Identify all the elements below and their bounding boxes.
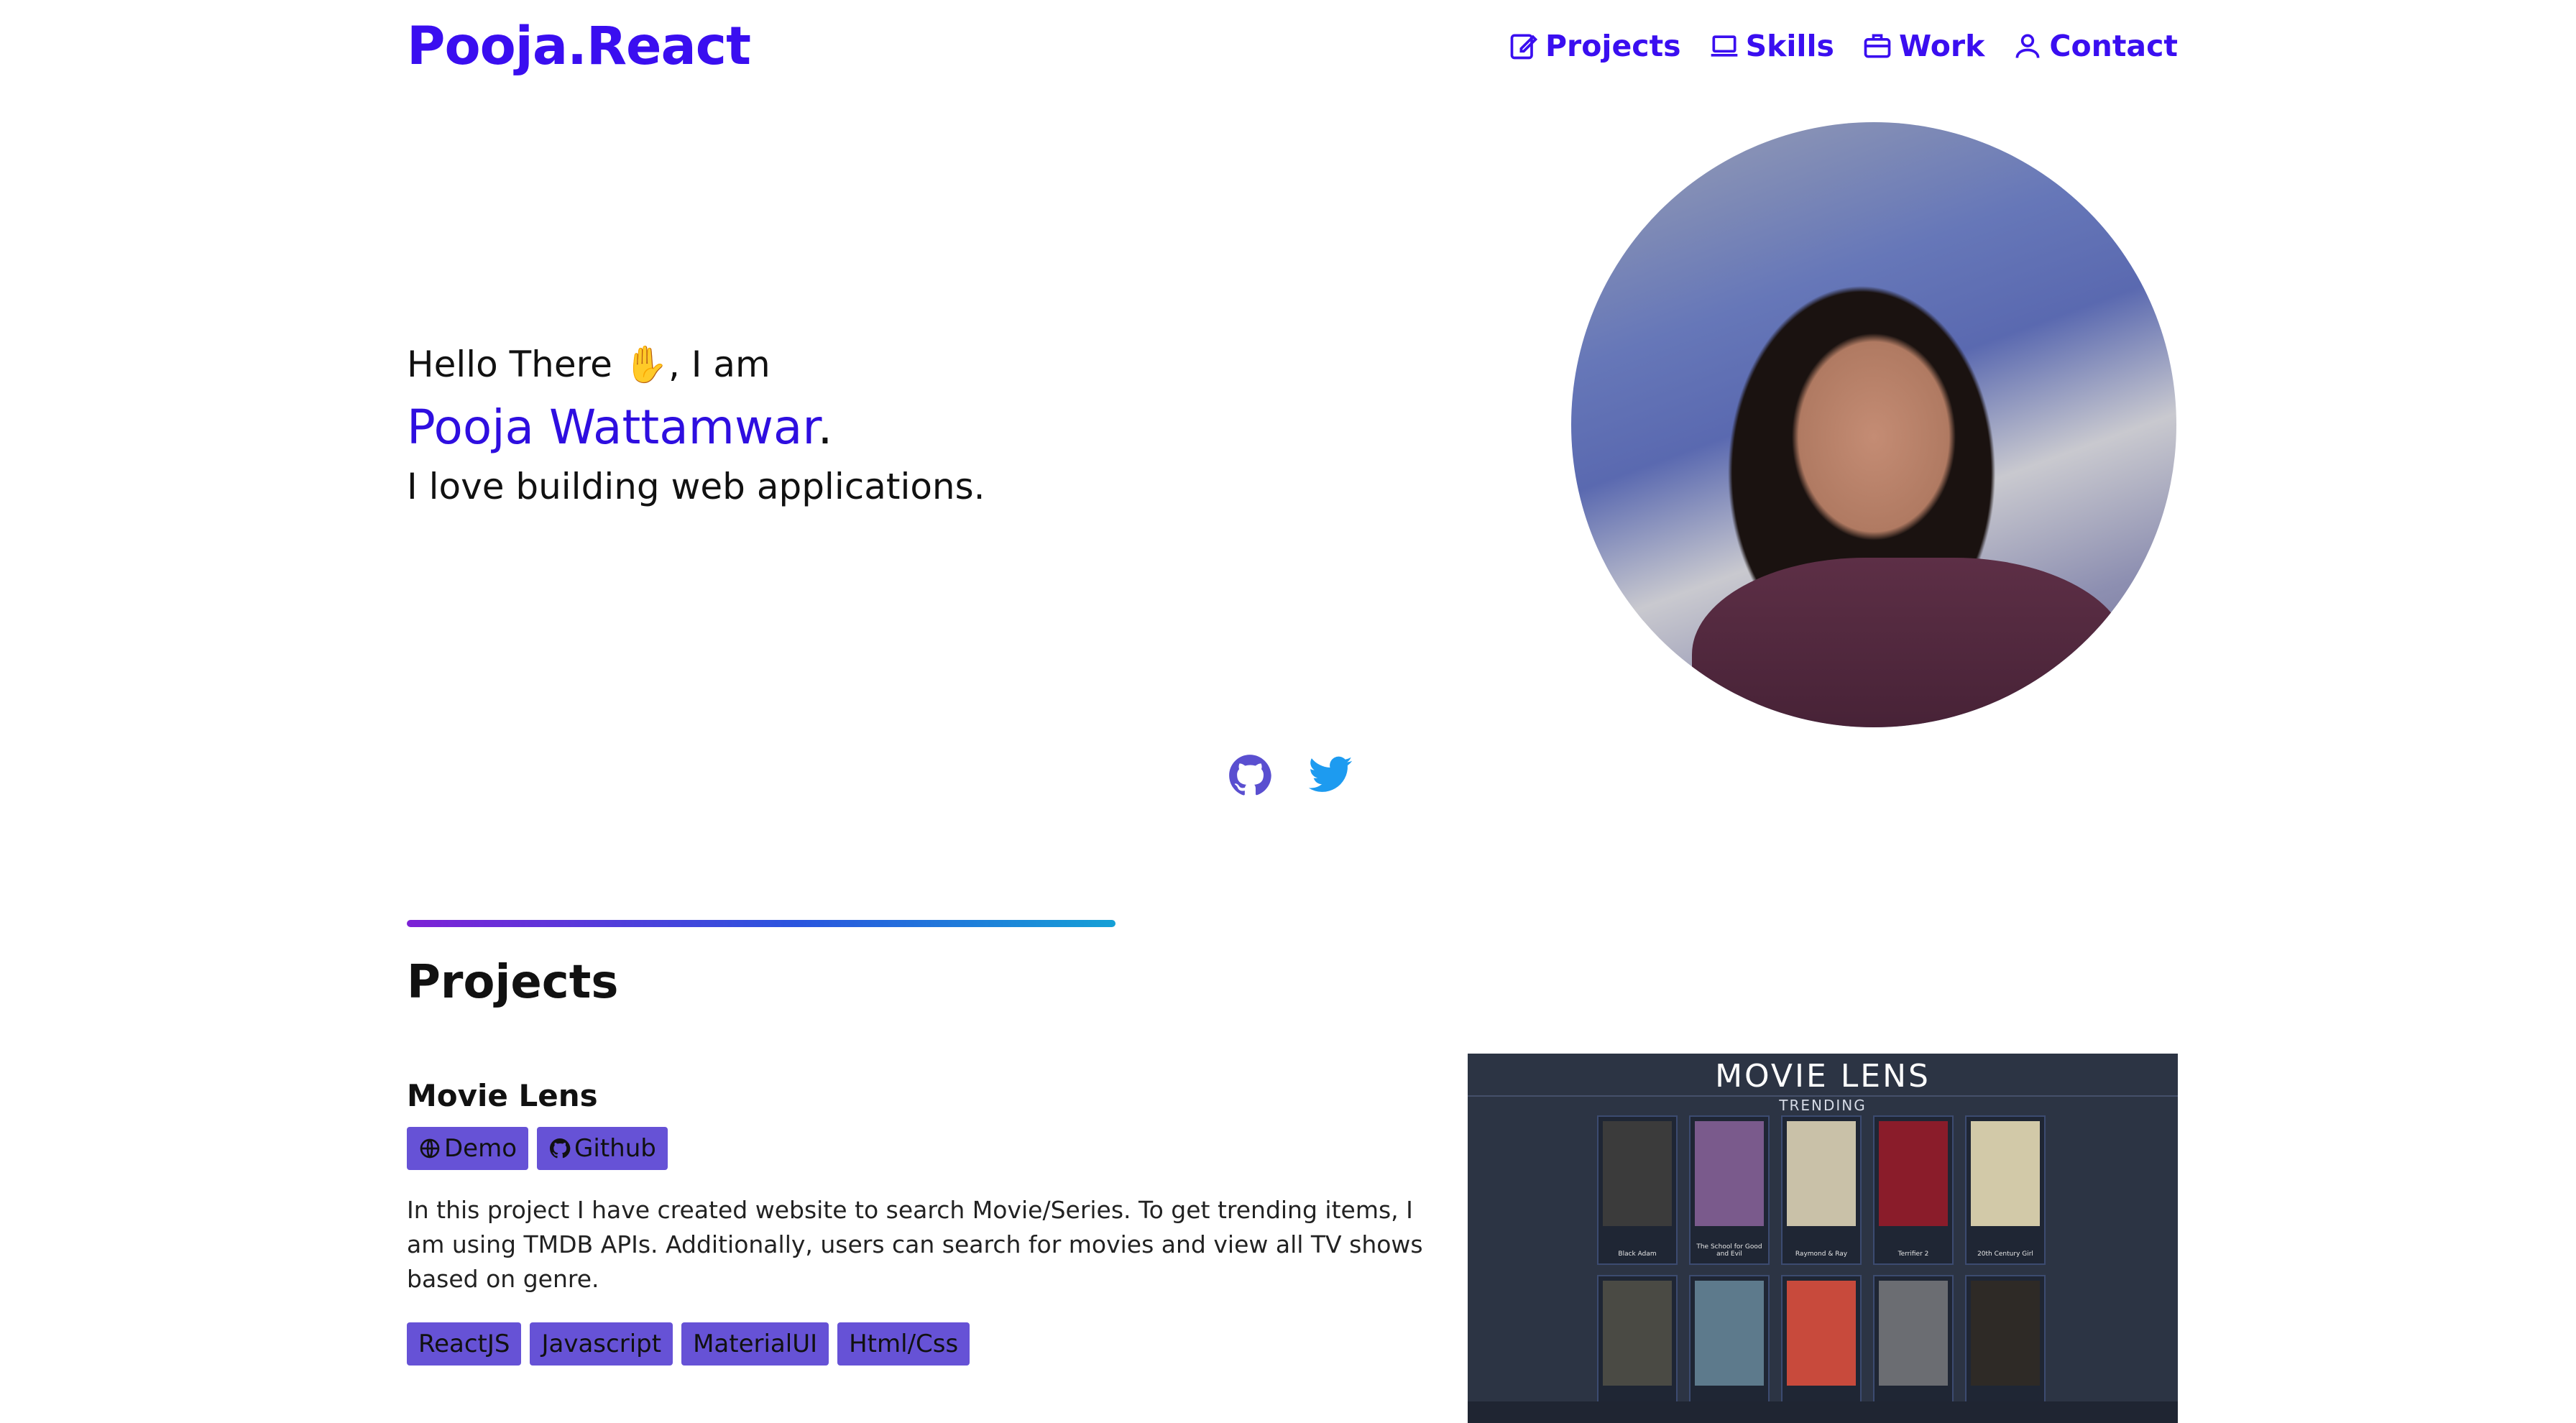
projects-heading: Projects xyxy=(407,956,619,1009)
laptop-icon xyxy=(1711,35,1737,57)
screenshot-title: MOVIE LENS xyxy=(1715,1058,1931,1095)
movie-card: The School for Good and Evil xyxy=(1689,1115,1770,1265)
movie-poster xyxy=(1787,1121,1856,1226)
nav-skills[interactable]: Skills xyxy=(1708,29,1834,63)
globe-icon xyxy=(420,1138,440,1159)
movie-poster xyxy=(1971,1121,2040,1226)
project-title: Movie Lens xyxy=(407,1078,598,1113)
movie-poster xyxy=(1879,1281,1948,1386)
tag: MaterialUI xyxy=(681,1322,829,1366)
demo-button[interactable]: Demo xyxy=(407,1127,529,1170)
nav-work[interactable]: Work xyxy=(1862,29,1984,63)
movie-poster xyxy=(1603,1281,1672,1386)
movie-card: Terrifier 2 xyxy=(1873,1115,1954,1265)
movie-caption: Terrifier 2 xyxy=(1898,1251,1929,1258)
social-links xyxy=(1226,752,1354,799)
movie-caption: Raymond & Ray xyxy=(1795,1251,1848,1258)
github-icon[interactable] xyxy=(1226,752,1274,799)
tag: Javascript xyxy=(530,1322,673,1366)
screenshot-footer xyxy=(1468,1401,2178,1423)
hero-greeting: Hello There ✋, I am xyxy=(407,344,770,385)
profile-photo xyxy=(1571,122,2176,727)
movie-card: Black Adam xyxy=(1597,1115,1678,1265)
hero-name-text: Pooja Wattamwar xyxy=(407,400,818,455)
movie-poster xyxy=(1695,1281,1764,1386)
profile-photo-jacket xyxy=(1692,558,2128,727)
tag: Html/Css xyxy=(837,1322,970,1366)
project-links: Demo Github xyxy=(407,1127,668,1170)
hero-name-suffix: . xyxy=(817,400,833,455)
edit-icon xyxy=(1510,34,1538,60)
movie-card: Raymond & Ray xyxy=(1781,1115,1862,1265)
briefcase-icon xyxy=(1864,34,1891,58)
movie-poster xyxy=(1603,1121,1672,1226)
tag: ReactJS xyxy=(407,1322,522,1366)
main-nav: Projects Skills Work Contact xyxy=(1508,29,2178,63)
movie-poster xyxy=(1879,1121,1948,1226)
nav-projects-label: Projects xyxy=(1545,29,1681,63)
movie-caption: 20th Century Girl xyxy=(1977,1251,2033,1258)
movie-card: 20th Century Girl xyxy=(1965,1115,2046,1265)
nav-contact[interactable]: Contact xyxy=(2012,29,2178,63)
movie-poster xyxy=(1695,1121,1764,1226)
demo-button-label: Demo xyxy=(444,1134,518,1163)
movie-poster xyxy=(1971,1281,2040,1386)
project-tags: ReactJS Javascript MaterialUI Html/Css xyxy=(407,1322,970,1366)
project-screenshot[interactable]: MOVIE LENS TRENDING Black Adam The School… xyxy=(1468,1054,2178,1423)
nav-projects[interactable]: Projects xyxy=(1508,29,1681,63)
github-icon xyxy=(550,1138,571,1159)
nav-skills-label: Skills xyxy=(1745,29,1834,63)
hero-tagline: I love building web applications. xyxy=(407,466,985,507)
user-icon xyxy=(2015,34,2040,58)
movie-poster xyxy=(1787,1281,1856,1386)
github-button[interactable]: Github xyxy=(537,1127,668,1170)
movie-grid: Black Adam The School for Good and Evil Ra… xyxy=(1597,1115,2050,1423)
project-description: In this project I have created website t… xyxy=(407,1196,1423,1293)
movie-caption: Black Adam xyxy=(1618,1251,1657,1258)
section-divider xyxy=(407,920,1116,927)
hero-name: Pooja Wattamwar. xyxy=(407,400,832,455)
twitter-icon[interactable] xyxy=(1307,752,1354,799)
nav-work-label: Work xyxy=(1898,29,1985,63)
nav-contact-label: Contact xyxy=(2049,29,2178,63)
site-logo[interactable]: Pooja.React xyxy=(407,16,751,77)
screenshot-subtitle: TRENDING xyxy=(1779,1097,1867,1114)
movie-caption: The School for Good and Evil xyxy=(1696,1243,1762,1258)
github-button-label: Github xyxy=(574,1134,656,1163)
